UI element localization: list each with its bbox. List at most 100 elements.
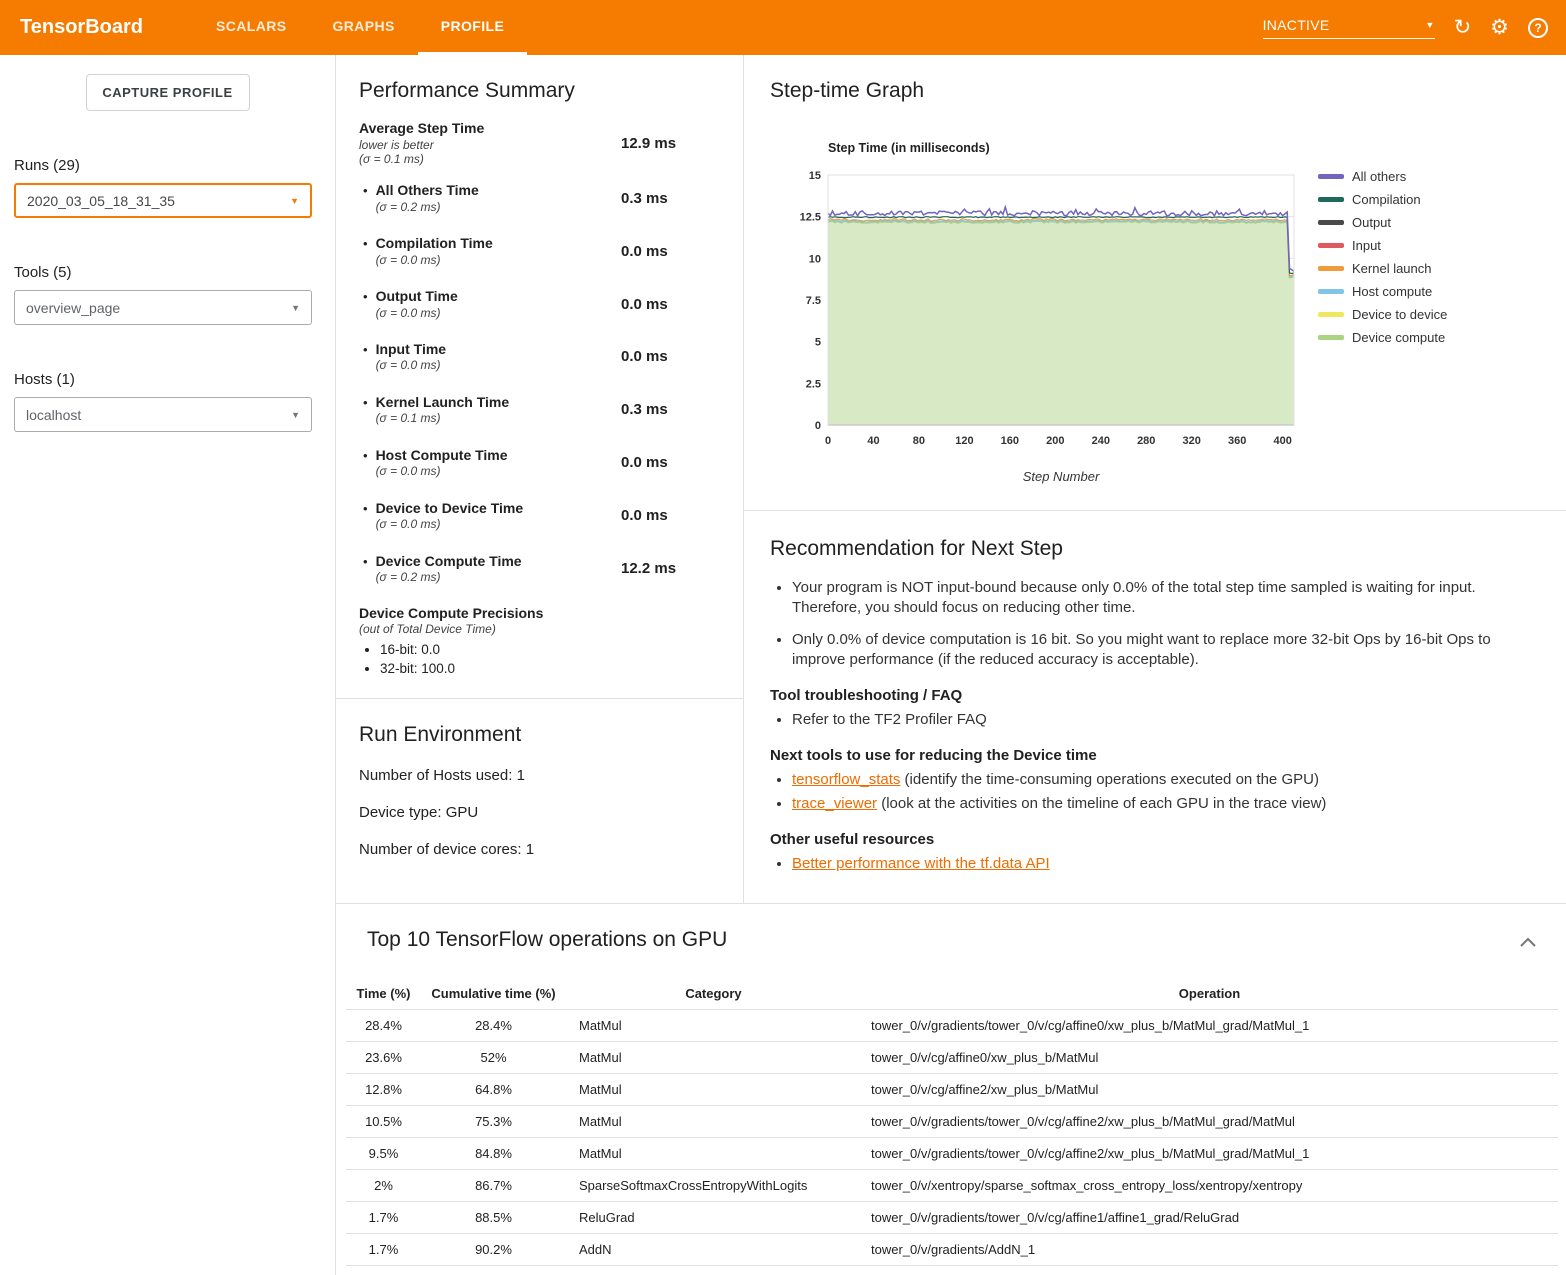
tools-select[interactable]: overview_page ▼	[14, 290, 312, 325]
metric-value: 12.2 ms	[621, 560, 717, 577]
legend-swatch	[1318, 289, 1344, 294]
legend-swatch	[1318, 312, 1344, 317]
metric-label: Host Compute Time	[376, 447, 508, 465]
cell-time: 28.4%	[346, 1010, 421, 1042]
table-row: 1.7% 91.9% ApplyGradientDescent append_a…	[346, 1266, 1558, 1275]
cell-cumulative: 75.3%	[421, 1106, 566, 1138]
top-ops-table-body: 28.4% 28.4% MatMul tower_0/v/gradients/t…	[346, 1010, 1558, 1275]
metric-label: All Others Time	[376, 182, 479, 200]
device-compute-area	[828, 221, 1294, 425]
svg-text:160: 160	[1001, 435, 1019, 447]
cell-operation: tower_0/v/xentropy/sparse_softmax_cross_…	[861, 1170, 1558, 1202]
cell-cumulative: 91.9%	[421, 1266, 566, 1275]
table-row: 23.6% 52% MatMul tower_0/v/cg/affine0/xw…	[346, 1042, 1558, 1074]
recommendation-bullet: Your program is NOT input-bound because …	[792, 578, 1530, 619]
performance-metric-list: All Others Time (σ = 0.2 ms) 0.3 ms Comp…	[359, 182, 717, 584]
legend-swatch	[1318, 243, 1344, 248]
tab-graphs[interactable]: GRAPHS	[309, 0, 417, 55]
summary-column: Performance Summary Average Step Time lo…	[336, 55, 744, 903]
sidebar: CAPTURE PROFILE Runs (29) 2020_03_05_18_…	[0, 55, 335, 1275]
run-environment-title: Run Environment	[359, 723, 717, 747]
runs-select-value: 2020_03_05_18_31_35	[27, 193, 175, 209]
reload-status-value: INACTIVE	[1263, 17, 1330, 33]
cell-operation: tower_0/v/gradients/AddN_1	[861, 1234, 1558, 1266]
tool-link[interactable]: tensorflow_stats	[792, 771, 900, 788]
metric-row: All Others Time (σ = 0.2 ms) 0.3 ms	[359, 182, 717, 214]
faq-heading: Tool troubleshooting / FAQ	[770, 687, 1530, 704]
metric-sigma: (σ = 0.0 ms)	[376, 358, 447, 372]
capture-profile-button[interactable]: CAPTURE PROFILE	[86, 74, 250, 111]
metric-row: Kernel Launch Time (σ = 0.1 ms) 0.3 ms	[359, 394, 717, 426]
resources-heading: Other useful resources	[770, 831, 1530, 848]
cell-operation: tower_0/v/gradients/tower_0/v/cg/affine2…	[861, 1138, 1558, 1170]
top-ops-table: Time (%) Cumulative time (%) Category Op…	[346, 978, 1558, 1275]
caret-down-icon: ▼	[1425, 20, 1434, 30]
table-header-row: Time (%) Cumulative time (%) Category Op…	[346, 978, 1558, 1010]
legend-item: Host compute	[1318, 284, 1447, 299]
next-tools-list: tensorflow_stats (identify the time-cons…	[792, 769, 1530, 814]
run-environment-line: Number of Hosts used: 1	[359, 767, 717, 784]
table-row: 10.5% 75.3% MatMul tower_0/v/gradients/t…	[346, 1106, 1558, 1138]
legend-swatch	[1318, 197, 1344, 202]
performance-summary-title: Performance Summary	[359, 79, 717, 103]
help-icon[interactable]: ?	[1528, 18, 1548, 38]
recommendation-bullets: Your program is NOT input-bound because …	[792, 578, 1530, 670]
metric-sigma: (σ = 0.0 ms)	[376, 253, 493, 267]
hosts-select[interactable]: localhost ▼	[14, 397, 312, 432]
svg-text:360: 360	[1228, 435, 1246, 447]
step-time-chart: Step Time (in milliseconds) 02.557.51012…	[794, 141, 1540, 484]
reload-status-select[interactable]: INACTIVE ▼	[1263, 17, 1435, 39]
metric-value: 0.0 ms	[621, 507, 717, 524]
legend-label: Device compute	[1352, 330, 1445, 345]
chart-title: Step Time (in milliseconds)	[828, 141, 1304, 155]
gear-icon[interactable]: ⚙	[1490, 17, 1509, 38]
table-row: 2% 86.7% SparseSoftmaxCrossEntropyWithLo…	[346, 1170, 1558, 1202]
cell-operation: tower_0/v/gradients/tower_0/v/cg/affine2…	[861, 1106, 1558, 1138]
refresh-icon[interactable]: ↻	[1454, 17, 1472, 38]
tool-link[interactable]: trace_viewer	[792, 795, 877, 812]
precision-item: 32-bit: 100.0	[380, 661, 717, 676]
cell-category: MatMul	[566, 1106, 861, 1138]
svg-text:12.5: 12.5	[800, 212, 821, 224]
legend-swatch	[1318, 174, 1344, 179]
cell-time: 10.5%	[346, 1106, 421, 1138]
chart-main: Step Time (in milliseconds) 02.557.51012…	[794, 141, 1304, 484]
top-ops-title: Top 10 TensorFlow operations on GPU	[367, 928, 1566, 952]
tab-scalars[interactable]: SCALARS	[193, 0, 309, 55]
faq-item: Refer to the TF2 Profiler FAQ	[792, 709, 1530, 730]
next-tools-heading: Next tools to use for reducing the Devic…	[770, 747, 1530, 764]
metric-note: lower is better	[359, 138, 621, 152]
caret-down-icon: ▼	[291, 410, 300, 420]
runs-select[interactable]: 2020_03_05_18_31_35 ▼	[14, 183, 312, 218]
table-row: 1.7% 88.5% ReluGrad tower_0/v/gradients/…	[346, 1202, 1558, 1234]
cell-time: 12.8%	[346, 1074, 421, 1106]
legend-swatch	[1318, 266, 1344, 271]
cell-time: 9.5%	[346, 1138, 421, 1170]
cell-cumulative: 28.4%	[421, 1010, 566, 1042]
svg-text:320: 320	[1183, 435, 1201, 447]
table-row: 28.4% 28.4% MatMul tower_0/v/gradients/t…	[346, 1010, 1558, 1042]
metric-row: Compilation Time (σ = 0.0 ms) 0.0 ms	[359, 235, 717, 267]
recommendation-bullet: Only 0.0% of device computation is 16 bi…	[792, 630, 1530, 671]
caret-down-icon: ▼	[290, 196, 299, 206]
table-row: 9.5% 84.8% MatMul tower_0/v/gradients/to…	[346, 1138, 1558, 1170]
legend-label: Kernel launch	[1352, 261, 1432, 276]
legend-item: Device to device	[1318, 307, 1447, 322]
caret-down-icon: ▼	[291, 303, 300, 313]
cell-time: 1.7%	[346, 1266, 421, 1275]
cell-category: MatMul	[566, 1010, 861, 1042]
resources-list: Better performance with the tf.data API	[792, 853, 1530, 874]
collapse-section-button[interactable]	[1520, 934, 1536, 952]
device-compute-precisions: Device Compute Precisions (out of Total …	[359, 605, 717, 676]
metric-row: Output Time (σ = 0.0 ms) 0.0 ms	[359, 288, 717, 320]
resource-link[interactable]: Better performance with the tf.data API	[792, 855, 1050, 872]
legend-item: Input	[1318, 238, 1447, 253]
legend-label: Device to device	[1352, 307, 1447, 322]
metric-value: 0.0 ms	[621, 296, 717, 313]
legend-label: Output	[1352, 215, 1391, 230]
svg-text:10: 10	[809, 253, 821, 265]
runs-label: Runs (29)	[14, 157, 335, 174]
svg-text:7.5: 7.5	[806, 295, 821, 307]
tab-profile[interactable]: PROFILE	[418, 0, 527, 55]
metric-value: 0.3 ms	[621, 401, 717, 418]
